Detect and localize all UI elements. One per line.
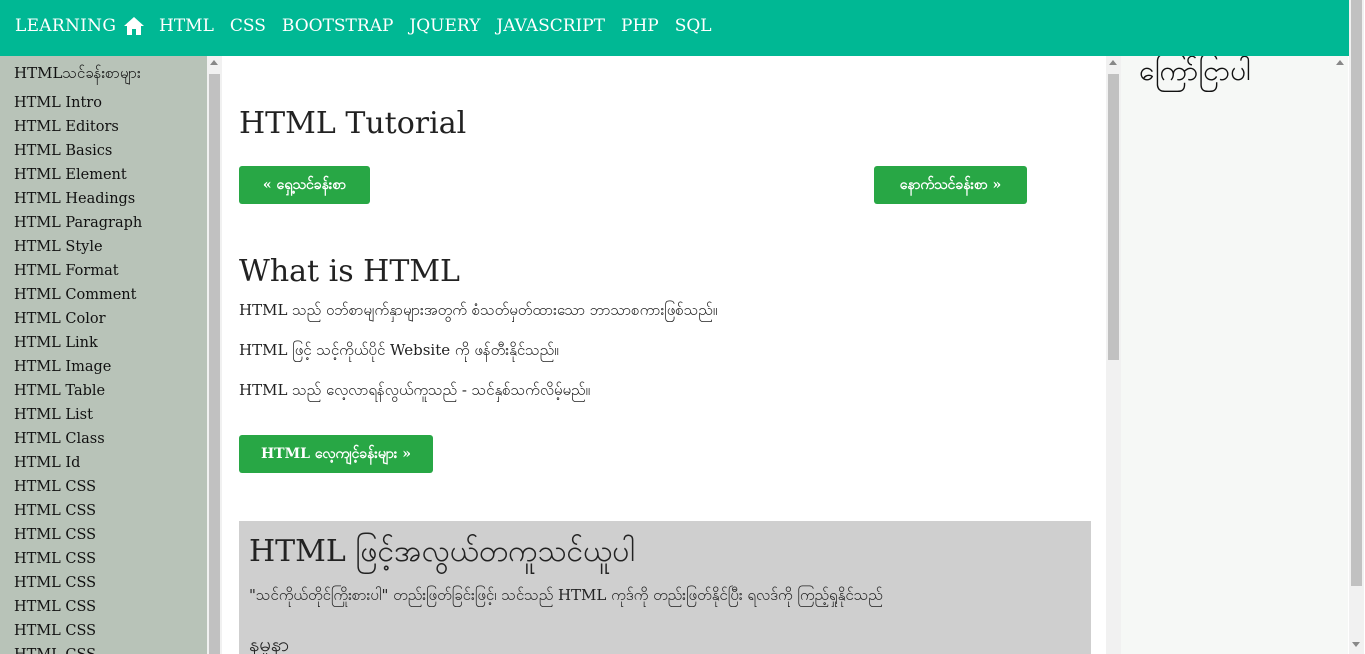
sidebar-item[interactable]: HTML Paragraph: [14, 214, 142, 238]
main-scroll-thumb[interactable]: [1108, 74, 1119, 360]
sidebar-item[interactable]: HTML CSS: [14, 502, 142, 526]
paragraph: HTML သည် ဝဘ်စာမျက်နှာများအတွက် စံသတ်မှတ်…: [239, 301, 718, 319]
nav-link-sql[interactable]: SQL: [675, 16, 712, 36]
scroll-up-arrow-icon[interactable]: [1109, 60, 1117, 65]
nav-links: HTML CSS BOOTSTRAP JQUERY JAVASCRIPT PHP…: [159, 16, 728, 36]
sidebar-item[interactable]: HTML CSS: [14, 598, 142, 622]
sidebar-scroll-thumb[interactable]: [209, 74, 220, 654]
sidebar-item[interactable]: HTML Table: [14, 382, 142, 406]
sidebar-item[interactable]: HTML Format: [14, 262, 142, 286]
sidebar-item[interactable]: HTML CSS: [14, 550, 142, 574]
sidebar-title: HTMLသင်ခန်းစာများ: [14, 64, 141, 82]
learn-box-heading: HTML ဖြင့်အလွယ်တကူသင်ယူပါ: [249, 534, 635, 569]
sidebar: HTMLသင်ခန်းစာများ HTML Intro HTML Editor…: [0, 56, 207, 654]
sidebar-item[interactable]: HTML Element: [14, 166, 142, 190]
sidebar-item[interactable]: HTML Basics: [14, 142, 142, 166]
main-scrollbar[interactable]: [1106, 56, 1121, 654]
scroll-up-arrow-icon[interactable]: [210, 60, 218, 65]
scroll-down-arrow-icon[interactable]: [1352, 642, 1360, 647]
sidebar-item[interactable]: HTML CSS: [14, 526, 142, 550]
learn-box-text: "သင်ကိုယ်တိုင်ကြိုးစားပါ" တည်းဖြတ်ခြင်းဖ…: [249, 586, 883, 604]
sidebar-item[interactable]: HTML CSS: [14, 478, 142, 502]
paragraph: HTML ဖြင့် သင့်ကိုယ်ပိုင် Website ကို ဖန…: [239, 341, 559, 359]
nav-link-jquery[interactable]: JQUERY: [409, 16, 480, 36]
sidebar-item[interactable]: HTML Headings: [14, 190, 142, 214]
scroll-up-arrow-icon[interactable]: [1336, 60, 1344, 65]
page-title: HTML Tutorial: [239, 106, 467, 141]
sidebar-item[interactable]: HTML Style: [14, 238, 142, 262]
sidebar-item[interactable]: HTML Id: [14, 454, 142, 478]
right-panel-scrollbar[interactable]: [1333, 56, 1348, 654]
window-scroll-thumb[interactable]: [1351, 0, 1362, 586]
home-icon[interactable]: [122, 14, 146, 38]
nav-link-css[interactable]: CSS: [230, 16, 266, 36]
paragraph: HTML သည် လေ့လာရန်လွယ်ကူသည် - သင်နှစ်သက်လ…: [239, 381, 591, 399]
nav-link-javascript[interactable]: JAVASCRIPT: [496, 16, 605, 36]
sidebar-item[interactable]: HTML Editors: [14, 118, 142, 142]
sidebar-item[interactable]: HTML Comment: [14, 286, 142, 310]
main-content: HTML Tutorial « ရှေ့သင်ခန်းစာ နောက်သင်ခန…: [222, 56, 1106, 654]
sidebar-item[interactable]: HTML Link: [14, 334, 142, 358]
sidebar-list: HTML Intro HTML Editors HTML Basics HTML…: [14, 94, 142, 654]
brand-link[interactable]: LEARNING: [15, 16, 116, 36]
sidebar-item[interactable]: HTML CSS: [14, 622, 142, 646]
nav-link-bootstrap[interactable]: BOOTSTRAP: [282, 16, 394, 36]
sidebar-scrollbar[interactable]: [207, 56, 222, 654]
next-lesson-button[interactable]: နောက်သင်ခန်းစာ »: [874, 166, 1027, 204]
sidebar-item[interactable]: HTML List: [14, 406, 142, 430]
learn-box: HTML ဖြင့်အလွယ်တကူသင်ယူပါ "သင်ကိုယ်တိုင်…: [239, 521, 1091, 654]
sidebar-item[interactable]: HTML Intro: [14, 94, 142, 118]
learn-box-subheading: နမူနာ: [249, 632, 290, 654]
window-scrollbar[interactable]: [1349, 0, 1364, 654]
ad-text: ကြော်ငြာပါ: [1139, 56, 1251, 87]
section-title: What is HTML: [239, 254, 460, 289]
nav-link-php[interactable]: PHP: [621, 16, 659, 36]
sidebar-item[interactable]: HTML Image: [14, 358, 142, 382]
html-examples-button[interactable]: HTML လေ့ကျင့်ခန်းများ »: [239, 435, 433, 473]
sidebar-item[interactable]: HTML CSS: [14, 646, 142, 654]
top-navbar: LEARNING HTML CSS BOOTSTRAP JQUERY JAVAS…: [0, 0, 1349, 56]
sidebar-item[interactable]: HTML Class: [14, 430, 142, 454]
sidebar-item[interactable]: HTML CSS: [14, 574, 142, 598]
sidebar-item[interactable]: HTML Color: [14, 310, 142, 334]
right-panel: ကြော်ငြာပါ: [1121, 56, 1333, 654]
nav-link-html[interactable]: HTML: [159, 16, 214, 36]
previous-lesson-button[interactable]: « ရှေ့သင်ခန်းစာ: [239, 166, 370, 204]
